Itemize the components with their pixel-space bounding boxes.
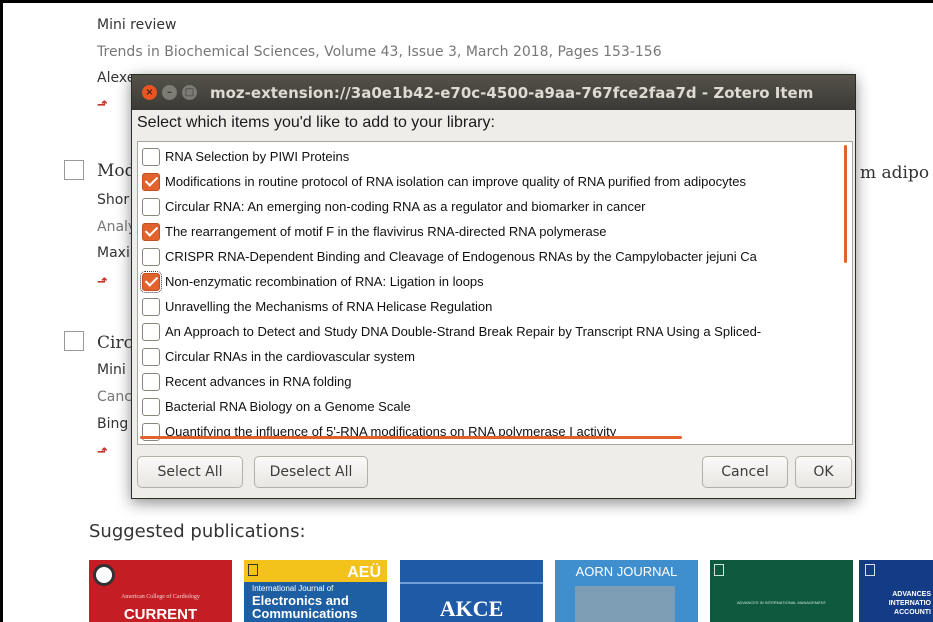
- list-item-label: Recent advances in RNA folding: [165, 374, 352, 389]
- cover-text: International Journal of: [252, 584, 334, 593]
- journal-seal-icon: [93, 564, 115, 586]
- cover-title: AORN JOURNAL: [575, 564, 678, 579]
- list-item[interactable]: Modifications in routine protocol of RNA…: [138, 169, 840, 194]
- checkbox-checked[interactable]: [142, 222, 160, 241]
- pdf-icon[interactable]: ⬏: [97, 275, 111, 291]
- list-item-label: CRISPR RNA-Dependent Binding and Cleavag…: [165, 249, 757, 264]
- item3-journal: Canc: [97, 389, 132, 405]
- ok-button[interactable]: OK: [795, 456, 852, 488]
- dialog-title: moz-extension://3a0e1b42-e70c-4500-a9aa-…: [210, 83, 814, 102]
- list-item-label: Circular RNA: An emerging non-coding RNA…: [165, 199, 646, 214]
- item3-select-checkbox[interactable]: [64, 331, 84, 351]
- checkbox-unchecked[interactable]: [142, 347, 160, 366]
- list-item-label: An Approach to Detect and Study DNA Doub…: [165, 324, 762, 339]
- journal-cover[interactable]: AEÜ International Journal of Electronics…: [244, 560, 387, 622]
- list-item[interactable]: Bacterial RNA Biology on a Genome Scale: [138, 394, 840, 419]
- cover-badge: AEÜ: [347, 564, 381, 581]
- journal-cover[interactable]: AKCE: [400, 560, 543, 622]
- items-listbox[interactable]: RNA Selection by PIWI Proteins Modificati…: [137, 141, 853, 445]
- checkbox-checked[interactable]: [142, 172, 160, 191]
- deselect-all-button[interactable]: Deselect All: [254, 456, 368, 488]
- publisher-logo-icon: [865, 564, 875, 576]
- list-item-label: Unravelling the Mechanisms of RNA Helica…: [165, 299, 493, 314]
- item1-authors: Alexe: [97, 70, 136, 86]
- suggested-covers: American College of Cardiology CURRENT A…: [89, 560, 933, 622]
- journal-cover[interactable]: ADVANCES INTERNATIO ACCOUNTI: [859, 560, 933, 622]
- item2-title-tail[interactable]: m adipo: [860, 163, 929, 183]
- list-item-label: The rearrangement of motif F in the flav…: [165, 224, 607, 239]
- vertical-scrollbar[interactable]: [841, 142, 851, 444]
- list-item-label: Circular RNAs in the cardiovascular syst…: [165, 349, 415, 364]
- dialog-prompt: Select which items you'd like to add to …: [137, 114, 495, 131]
- cover-text: ADVANCES INTERNATIO ACCOUNTI: [888, 591, 931, 616]
- list-item[interactable]: Unravelling the Mechanisms of RNA Helica…: [138, 294, 840, 319]
- list-item[interactable]: The rearrangement of motif F in the flav…: [138, 219, 840, 244]
- frame-border: [0, 0, 3, 622]
- cover-text: American College of Cardiology: [121, 594, 200, 600]
- list-item-label: RNA Selection by PIWI Proteins: [165, 149, 350, 164]
- list-item[interactable]: CRISPR RNA-Dependent Binding and Cleavag…: [138, 244, 840, 269]
- frame-border: [0, 0, 933, 3]
- list-item[interactable]: Non-enzymatic recombination of RNA: Liga…: [138, 269, 840, 294]
- publisher-logo-icon: [714, 564, 724, 576]
- list-item[interactable]: Circular RNAs in the cardiovascular syst…: [138, 344, 840, 369]
- list-item-label: Bacterial RNA Biology on a Genome Scale: [165, 399, 411, 414]
- list-item-label: Modifications in routine protocol of RNA…: [165, 174, 746, 189]
- list-item[interactable]: Circular RNA: An emerging non-coding RNA…: [138, 194, 840, 219]
- item3-authors: Bing: [97, 416, 129, 432]
- dialog-titlebar[interactable]: × – □ moz-extension://3a0e1b42-e70c-4500…: [132, 75, 855, 110]
- list-item[interactable]: Recent advances in RNA folding: [138, 369, 840, 394]
- window-maximize-button[interactable]: □: [182, 85, 197, 100]
- suggested-publications-heading: Suggested publications:: [89, 521, 306, 542]
- cover-title: CURRENT: [123, 606, 198, 622]
- list-item[interactable]: An Approach to Detect and Study DNA Doub…: [138, 319, 840, 344]
- cancel-button[interactable]: Cancel: [702, 456, 788, 488]
- list-item-label: Non-enzymatic recombination of RNA: Liga…: [165, 274, 484, 289]
- zotero-select-items-dialog: × – □ moz-extension://3a0e1b42-e70c-4500…: [131, 74, 856, 499]
- cover-title: Electronics and Communications: [252, 594, 358, 621]
- cover-text: ADVANCES IN INTERNATIONAL MANAGEMENT: [736, 600, 827, 605]
- cover-photo: [575, 586, 675, 622]
- item2-type: Shor: [97, 192, 130, 208]
- item3-title[interactable]: Circ: [97, 333, 133, 353]
- select-all-button[interactable]: Select All: [137, 456, 243, 488]
- scrollbar-thumb[interactable]: [844, 145, 847, 263]
- item2-title[interactable]: Mod: [97, 161, 136, 181]
- item2-select-checkbox[interactable]: [64, 160, 84, 180]
- journal-cover[interactable]: ADVANCES IN INTERNATIONAL MANAGEMENT: [710, 560, 853, 622]
- cover-title: AKCE: [439, 596, 504, 621]
- checkbox-unchecked[interactable]: [142, 397, 160, 416]
- list-item[interactable]: Quantifying the influence of 5'-RNA modi…: [138, 419, 840, 444]
- checkbox-unchecked[interactable]: [142, 322, 160, 341]
- window-minimize-button[interactable]: –: [162, 85, 177, 100]
- item3-type: Mini: [97, 362, 126, 378]
- checkbox-unchecked[interactable]: [142, 247, 160, 266]
- pdf-icon[interactable]: ⬏: [97, 98, 111, 114]
- horizontal-scrollbar-thumb[interactable]: [140, 436, 682, 439]
- checkbox-unchecked[interactable]: [142, 147, 160, 166]
- checkbox-checked[interactable]: [140, 270, 162, 293]
- checkbox-unchecked[interactable]: [142, 197, 160, 216]
- list-item[interactable]: RNA Selection by PIWI Proteins: [138, 144, 840, 169]
- item1-journal: Trends in Biochemical Sciences, Volume 4…: [97, 44, 662, 60]
- item1-type: Mini review: [97, 17, 177, 33]
- pdf-icon[interactable]: ⬏: [97, 445, 111, 461]
- checkbox-unchecked[interactable]: [142, 297, 160, 316]
- item2-authors: Maxi: [97, 245, 130, 261]
- journal-cover[interactable]: AORN JOURNAL: [555, 560, 698, 622]
- checkbox-unchecked[interactable]: [142, 372, 160, 391]
- window-close-button[interactable]: ×: [142, 85, 157, 100]
- publisher-logo-icon: [248, 564, 258, 576]
- journal-cover[interactable]: American College of Cardiology CURRENT: [89, 560, 232, 622]
